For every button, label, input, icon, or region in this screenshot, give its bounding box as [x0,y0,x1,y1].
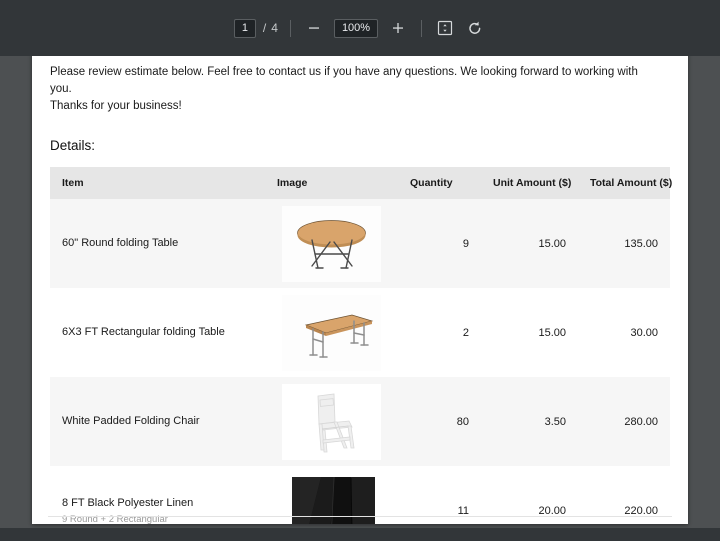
cell-quantity: 9 [462,237,469,250]
column-header-total-amount: Total Amount ($) [578,167,672,199]
cell-unit-amount: 15.00 [538,237,566,250]
total-pages-label: 4 [271,21,278,35]
document-page: Please review estimate below. Feel free … [32,52,688,524]
item-name: 60" Round folding Table [62,237,179,249]
table-header: Item Image Quantity Unit Amount ($) Tota… [50,167,672,199]
rotate-counterclockwise-icon [469,21,481,34]
item-name: 6X3 FT Rectangular folding Table [62,326,225,338]
white-padded-folding-chair-photo [282,383,381,460]
column-header-unit-amount: Unit Amount ($) [481,167,578,199]
column-header-image: Image [265,167,398,199]
item-name: White Padded Folding Chair [62,415,200,427]
cell-total-amount: 135.00 [624,237,658,250]
toolbar-divider-2 [421,19,423,37]
zoom-level-display[interactable]: 100% [333,18,379,38]
item-subtitle: 9 Round + 2 Rectangular [62,513,168,525]
cell-image [265,377,398,466]
item-name: 8 FT Black Polyester Linen [62,496,194,509]
cell-unit-amount: 15.00 [538,326,566,339]
cell-item: 60" Round folding Table [50,199,265,288]
toolbar-divider-1 [289,19,291,37]
zoom-out-button[interactable] [303,17,325,39]
page-content: Please review estimate below. Feel free … [32,52,688,524]
cell-image [265,288,398,377]
viewer-bottom-strip [0,528,720,541]
plus-icon [393,23,404,33]
cell-item: White Padded Folding Chair [50,377,265,466]
column-header-quantity: Quantity [398,167,481,199]
table-row: White Padded Folding Chair 80 3.50 280.0… [50,377,670,466]
intro-paragraph-line-1: Please review estimate below. Feel free … [50,66,638,95]
cell-quantity: 2 [462,326,469,339]
column-header-item: Item [50,167,265,199]
estimate-items-table: Item Image Quantity Unit Amount ($) Tota… [50,167,672,524]
table-row: 6X3 FT Rectangular folding Table 2 15.00… [50,288,670,377]
rotate-button[interactable] [464,17,486,39]
minus-icon [308,27,319,29]
page-bottom-rule [48,516,672,517]
intro-paragraph-line-2: Thanks for your business! [50,100,182,112]
table-body: 60" Round folding Table 9 15.00 135.00 6… [50,199,670,524]
zoom-in-button[interactable] [387,17,409,39]
fit-to-page-icon [437,20,453,36]
page-number-input[interactable] [233,18,256,38]
page-separator: / [262,21,267,35]
cell-total-amount: 30.00 [630,326,658,339]
details-heading: Details: [50,138,96,153]
table-row: 60" Round folding Table 9 15.00 135.00 [50,199,670,288]
fit-to-page-button[interactable] [434,17,456,39]
cell-unit-amount: 3.50 [544,415,566,428]
cell-image [265,199,398,288]
cell-quantity: 80 [456,415,469,428]
round-folding-table-photo [282,205,381,282]
cell-item: 6X3 FT Rectangular folding Table [50,288,265,377]
table-header-row: Item Image Quantity Unit Amount ($) Tota… [50,167,672,199]
toolbar-controls: / 4 100% [233,16,486,40]
cell-total-amount: 280.00 [624,415,658,428]
rectangular-folding-table-photo [282,294,381,371]
pdf-toolbar: / 4 100% [0,0,720,56]
pdf-viewer: / 4 100% [0,0,720,541]
